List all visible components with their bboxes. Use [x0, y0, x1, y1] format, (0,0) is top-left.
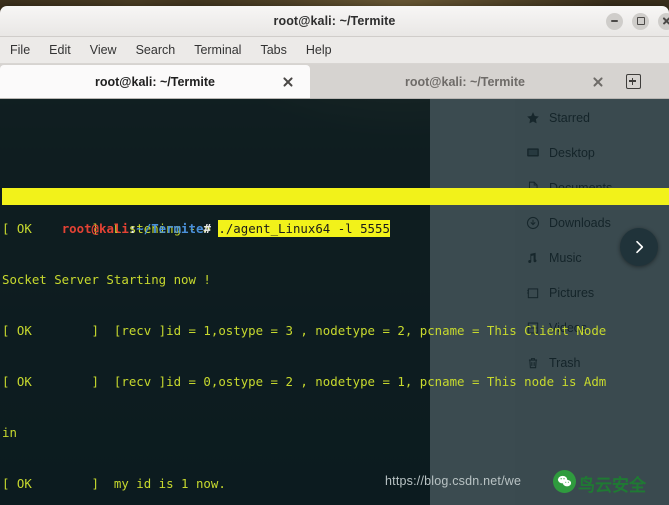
- new-tab-icon: [625, 74, 641, 89]
- menu-edit[interactable]: Edit: [49, 43, 71, 57]
- tab-close-icon[interactable]: [282, 76, 294, 88]
- watermark-url: https://blog.csdn.net/we: [385, 474, 522, 488]
- close-button[interactable]: [658, 12, 669, 30]
- command-highlight: [2, 188, 669, 205]
- title-bar: root@kali: ~/Termite: [0, 6, 669, 37]
- wechat-icon: [553, 470, 576, 493]
- terminal-line: [ OK ] [recv ]id = 0,ostype = 2 , nodety…: [2, 374, 607, 389]
- prompt-sigil: #: [203, 221, 219, 236]
- menu-view[interactable]: View: [90, 43, 117, 57]
- minimize-icon: [611, 20, 618, 22]
- watermark-brand: 鸟云安全: [578, 476, 646, 496]
- menu-help[interactable]: Help: [306, 43, 332, 57]
- terminal-screen[interactable]: root@kali:~/Termite# ./agent_Linux64 -l …: [0, 99, 669, 505]
- prompt-path: ~/Termite: [136, 221, 204, 236]
- tab-terminal-1[interactable]: root@kali: ~/Termite: [0, 65, 310, 98]
- tab-terminal-2[interactable]: root@kali: ~/Termite: [310, 65, 620, 98]
- minimize-button[interactable]: [606, 12, 623, 30]
- tab-label: root@kali: ~/Termite: [95, 74, 215, 89]
- terminal-line: Socket Server Starting now !: [2, 272, 211, 287]
- window-controls: [606, 6, 669, 36]
- terminal-window: root@kali: ~/Termite File Edit View Sear…: [0, 6, 669, 505]
- terminal-command: ./agent_Linux64 -l 5555: [218, 220, 390, 237]
- maximize-icon: [636, 17, 645, 25]
- terminal-line: [ OK ] [recv ]id = 1,ostype = 3 , nodety…: [2, 323, 607, 338]
- screenshot-root: Starred Desktop Documents Downloads: [0, 0, 669, 505]
- terminal-line: in: [2, 425, 17, 440]
- menu-search[interactable]: Search: [136, 43, 176, 57]
- maximize-button[interactable]: [632, 12, 649, 30]
- new-tab-button[interactable]: [620, 65, 646, 98]
- tab-label: root@kali: ~/Termite: [405, 74, 525, 89]
- forward-button[interactable]: [620, 228, 658, 266]
- menu-file[interactable]: File: [10, 43, 30, 57]
- tab-close-icon[interactable]: [592, 76, 604, 88]
- tab-bar: root@kali: ~/Termite root@kali: ~/Termit…: [0, 64, 669, 99]
- menu-terminal[interactable]: Terminal: [194, 43, 241, 57]
- window-title: root@kali: ~/Termite: [273, 14, 396, 28]
- prompt-user-host: root@kali: [61, 221, 129, 236]
- chevron-right-icon: [636, 240, 644, 254]
- terminal-prompt-line: root@kali:~/Termite# ./agent_Linux64 -l …: [2, 152, 669, 237]
- menu-tabs[interactable]: Tabs: [260, 43, 286, 57]
- menu-bar: File Edit View Search Terminal Tabs Help: [0, 37, 669, 64]
